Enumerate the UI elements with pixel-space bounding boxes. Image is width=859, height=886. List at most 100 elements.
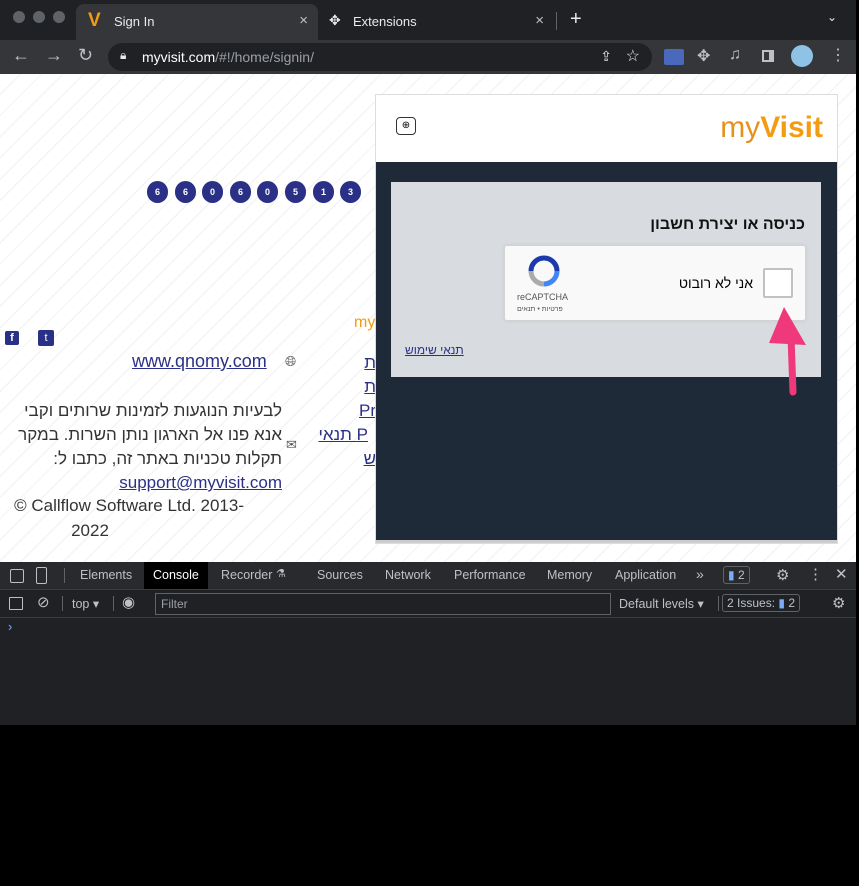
- devtools-tab-sources[interactable]: Sources: [317, 568, 363, 582]
- globe-icon: 🌐︎: [285, 353, 297, 369]
- queue-digit: 1: [313, 181, 334, 203]
- footer-link[interactable]: Pr: [326, 399, 376, 423]
- extension-icon[interactable]: [664, 49, 684, 65]
- settings-gear-icon[interactable]: ⚙: [776, 566, 789, 584]
- recaptcha-logo-icon: [527, 254, 561, 288]
- share-icon[interactable]: ⇪: [600, 48, 612, 65]
- queue-digit: 6: [230, 181, 251, 203]
- annotation-arrow-icon: [769, 307, 806, 396]
- puzzle-icon: ✥: [329, 12, 341, 28]
- copyright: © Callflow Software Ltd. 2013- 2022: [14, 496, 244, 540]
- recaptcha-privacy-terms[interactable]: פרטיות • תנאים: [517, 306, 563, 313]
- recaptcha-widget: אני לא רובוט reCAPTCHA פרטיות • תנאים: [504, 245, 806, 321]
- footer-link[interactable]: ש: [326, 447, 376, 471]
- close-tab-icon[interactable]: ×: [535, 12, 544, 29]
- divider: [62, 596, 63, 611]
- menu-kebab-icon[interactable]: ⋮: [830, 45, 846, 65]
- terms-of-use-link[interactable]: תנאי שימוש: [405, 343, 464, 357]
- contact-text: לבעיות הנוגעות לזמינות שרותים וקבי אנא פ…: [18, 399, 282, 495]
- signin-card: כניסה או יצירת חשבון אני לא רובוט reCAPT…: [391, 182, 821, 377]
- footer-links-column: ת ת Pr תנאי P ש: [318, 351, 376, 471]
- twitter-icon[interactable]: t: [38, 330, 54, 346]
- media-control-icon[interactable]: ♫: [729, 46, 741, 64]
- devtools-panel: Elements Console Recorder ⚗ Sources Netw…: [0, 562, 856, 725]
- queue-digit: 6: [147, 181, 168, 203]
- recaptcha-label: אני לא רובוט: [678, 275, 753, 291]
- devtools-menu-icon[interactable]: ⋮: [808, 565, 823, 583]
- browser-window: V Sign In × ✥ Extensions × + ⌄ ← → ↻ 🔒︎ …: [0, 0, 856, 725]
- address-bar[interactable]: 🔒︎ myvisit.com/#!/home/signin/ ⇪ ☆: [108, 43, 652, 71]
- tab-sign-in[interactable]: V Sign In ×: [76, 4, 318, 40]
- bookmark-star-icon[interactable]: ☆: [626, 46, 640, 66]
- language-globe-icon[interactable]: ⊕: [396, 117, 416, 135]
- signin-title: כניסה או יצירת חשבון: [650, 216, 805, 233]
- modal-bottom-edge: [376, 540, 837, 543]
- console-messages-badge[interactable]: ▮ 2: [723, 566, 750, 584]
- back-arrow-icon[interactable]: ←: [12, 45, 30, 66]
- devtools-tab-network[interactable]: Network: [385, 568, 431, 582]
- forward-arrow-icon[interactable]: →: [45, 45, 63, 66]
- devtools-tab-elements[interactable]: Elements: [80, 568, 132, 582]
- devtools-tab-application[interactable]: Application: [615, 568, 676, 582]
- extensions-puzzle-icon[interactable]: ✥: [697, 46, 710, 66]
- devtools-tab-performance[interactable]: Performance: [454, 568, 526, 582]
- url-text[interactable]: myvisit.com/#!/home/signin/: [142, 49, 314, 65]
- reload-icon[interactable]: ↻: [78, 45, 93, 66]
- queue-digit: 3: [340, 181, 361, 203]
- console-filter-input[interactable]: Filter: [155, 593, 611, 615]
- devtools-tab-memory[interactable]: Memory: [547, 568, 592, 582]
- divider: [64, 568, 65, 583]
- modal-header: ⊕ myVisit: [376, 95, 837, 162]
- queue-digit: 6: [175, 181, 196, 203]
- footer-brand-partial: my: [354, 314, 376, 331]
- clear-console-icon[interactable]: ⊘: [37, 593, 50, 611]
- devtools-tab-recorder[interactable]: Recorder: [221, 568, 272, 582]
- tab-extensions[interactable]: ✥ Extensions ×: [320, 4, 554, 40]
- queue-digit: 5: [285, 181, 306, 203]
- divider: [718, 596, 719, 611]
- more-tabs-button[interactable]: »: [696, 566, 704, 582]
- console-prompt[interactable]: ›: [8, 619, 12, 634]
- website-link[interactable]: www.qnomy.com: [132, 351, 267, 372]
- footer-link-terms[interactable]: תנאי P: [318, 423, 368, 447]
- footer-link[interactable]: ת: [326, 351, 376, 375]
- minimize-window-dot[interactable]: [33, 11, 45, 23]
- envelope-icon: ✉: [286, 437, 297, 452]
- devtools-tab-bar: Elements Console Recorder ⚗ Sources Netw…: [0, 562, 856, 590]
- recaptcha-brand: reCAPTCHA: [517, 292, 569, 302]
- divider: [113, 596, 114, 611]
- console-toolbar: ⊘ top ▾ ◉ Filter Default levels ▾ 2 Issu…: [0, 590, 856, 618]
- devtools-tab-console[interactable]: Console: [144, 562, 208, 589]
- page-content: 6 6 0 6 0 5 1 3 my f t www.qnomy.com 🌐︎ …: [0, 74, 856, 562]
- lock-icon: 🔒︎: [120, 48, 127, 62]
- issues-button[interactable]: 2 Issues: ▮ 2: [722, 594, 801, 612]
- close-window-dot[interactable]: [13, 11, 25, 23]
- close-devtools-icon[interactable]: ✕: [835, 565, 848, 583]
- browser-toolbar: ← → ↻ 🔒︎ myvisit.com/#!/home/signin/ ⇪ ☆…: [0, 40, 856, 74]
- tab-divider: [556, 12, 557, 30]
- side-panel-icon[interactable]: [762, 50, 774, 62]
- console-settings-gear-icon[interactable]: ⚙: [832, 594, 845, 612]
- new-tab-button[interactable]: +: [570, 8, 582, 31]
- queue-digit: 0: [202, 181, 223, 203]
- live-expression-eye-icon[interactable]: ◉: [122, 593, 135, 611]
- log-levels-dropdown[interactable]: Default levels ▾: [619, 596, 704, 611]
- tab-label: Extensions: [353, 14, 417, 29]
- queue-digit: 0: [257, 181, 278, 203]
- facebook-icon[interactable]: f: [5, 331, 19, 345]
- context-selector[interactable]: top ▾: [72, 596, 99, 611]
- close-tab-icon[interactable]: ×: [299, 12, 308, 29]
- sidebar-toggle-icon[interactable]: [9, 597, 23, 610]
- footer-link[interactable]: ת: [326, 375, 376, 399]
- profile-avatar[interactable]: [791, 45, 813, 67]
- tab-label: Sign In: [114, 14, 155, 29]
- tab-search-chevron-icon[interactable]: ⌄: [827, 10, 837, 24]
- inspect-element-icon[interactable]: [10, 569, 24, 583]
- support-email-link[interactable]: support@myvisit.com: [18, 471, 282, 495]
- tab-strip: V Sign In × ✥ Extensions × + ⌄: [0, 0, 856, 40]
- recaptcha-checkbox[interactable]: [763, 268, 793, 298]
- myvisit-logo: myVisit: [720, 111, 823, 144]
- flask-icon: ⚗: [276, 568, 286, 580]
- zoom-window-dot[interactable]: [53, 11, 65, 23]
- device-toolbar-icon[interactable]: [36, 567, 47, 584]
